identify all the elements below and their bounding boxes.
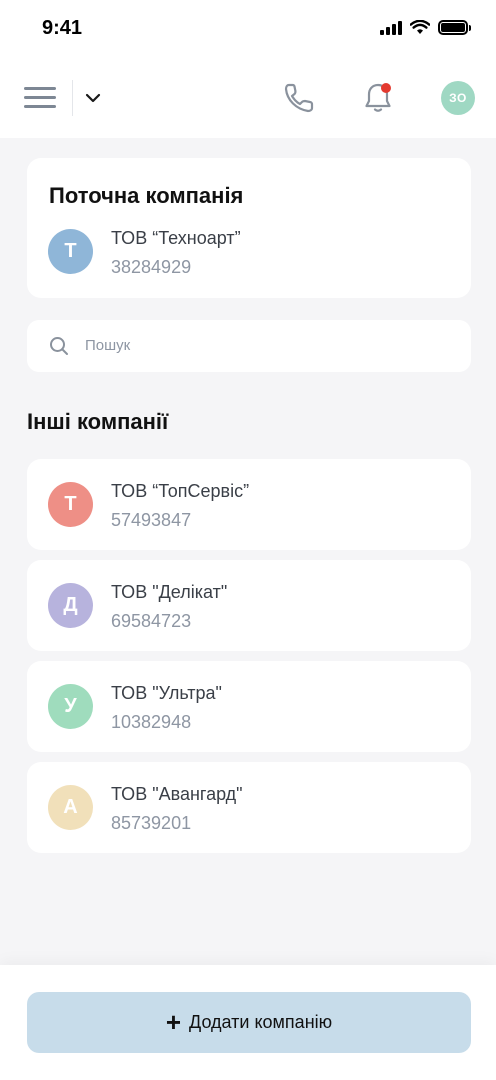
search-icon bbox=[50, 337, 68, 355]
status-icons bbox=[380, 20, 471, 35]
notifications-button[interactable] bbox=[360, 80, 396, 116]
add-company-button[interactable]: + Додати компанію bbox=[27, 992, 471, 1053]
search-placeholder: Пошук bbox=[85, 337, 131, 354]
company-code: 85739201 bbox=[111, 813, 192, 833]
company-avatar: Д bbox=[48, 583, 93, 628]
company-code: 10382948 bbox=[111, 712, 192, 732]
company-list-item[interactable]: Т ТОВ “ТопСервіс” 57493847 bbox=[27, 459, 471, 550]
chevron-down-icon[interactable] bbox=[84, 90, 102, 106]
app-header: ЗО bbox=[0, 66, 496, 130]
battery-icon bbox=[438, 20, 471, 35]
status-bar: 9:41 bbox=[0, 0, 496, 56]
company-avatar: Т bbox=[48, 229, 93, 274]
company-list-item[interactable]: У ТОВ "Ультра" 10382948 bbox=[27, 661, 471, 752]
search-input[interactable]: Пошук bbox=[27, 320, 471, 372]
company-name: ТОВ "Ультра" bbox=[111, 683, 222, 703]
hamburger-icon bbox=[24, 87, 56, 90]
company-name: ТОВ "Делікат" bbox=[111, 582, 228, 602]
company-avatar: У bbox=[48, 684, 93, 729]
wifi-icon bbox=[410, 20, 430, 34]
company-code: 38284929 bbox=[111, 257, 192, 277]
other-companies-title: Інші компанії bbox=[27, 409, 169, 434]
current-company-title: Поточна компанія bbox=[49, 183, 244, 208]
cellular-signal-icon bbox=[380, 20, 402, 35]
company-list-item[interactable]: А ТОВ "Авангард" 85739201 bbox=[27, 762, 471, 853]
menu-button[interactable] bbox=[24, 86, 58, 110]
company-avatar: Т bbox=[48, 482, 93, 527]
header-divider bbox=[72, 80, 73, 116]
company-name: ТОВ "Авангард" bbox=[111, 784, 243, 804]
bottom-bar: + Додати компанію bbox=[0, 965, 496, 1080]
company-code: 57493847 bbox=[111, 510, 192, 530]
user-avatar[interactable]: ЗО bbox=[441, 81, 475, 115]
company-name: ТОВ “Техноарт” bbox=[111, 228, 241, 248]
company-name: ТОВ “ТопСервіс” bbox=[111, 481, 250, 501]
plus-icon: + bbox=[165, 1006, 182, 1037]
current-company-card[interactable]: Поточна компанія Т ТОВ “Техноарт” 382849… bbox=[27, 158, 471, 298]
notification-dot bbox=[381, 83, 391, 93]
add-company-label: Додати компанію bbox=[189, 1012, 333, 1032]
company-avatar: А bbox=[48, 785, 93, 830]
company-list-item[interactable]: Д ТОВ "Делікат" 69584723 bbox=[27, 560, 471, 651]
company-code: 69584723 bbox=[111, 611, 192, 631]
status-time: 9:41 bbox=[42, 17, 83, 39]
phone-icon[interactable] bbox=[282, 81, 316, 115]
